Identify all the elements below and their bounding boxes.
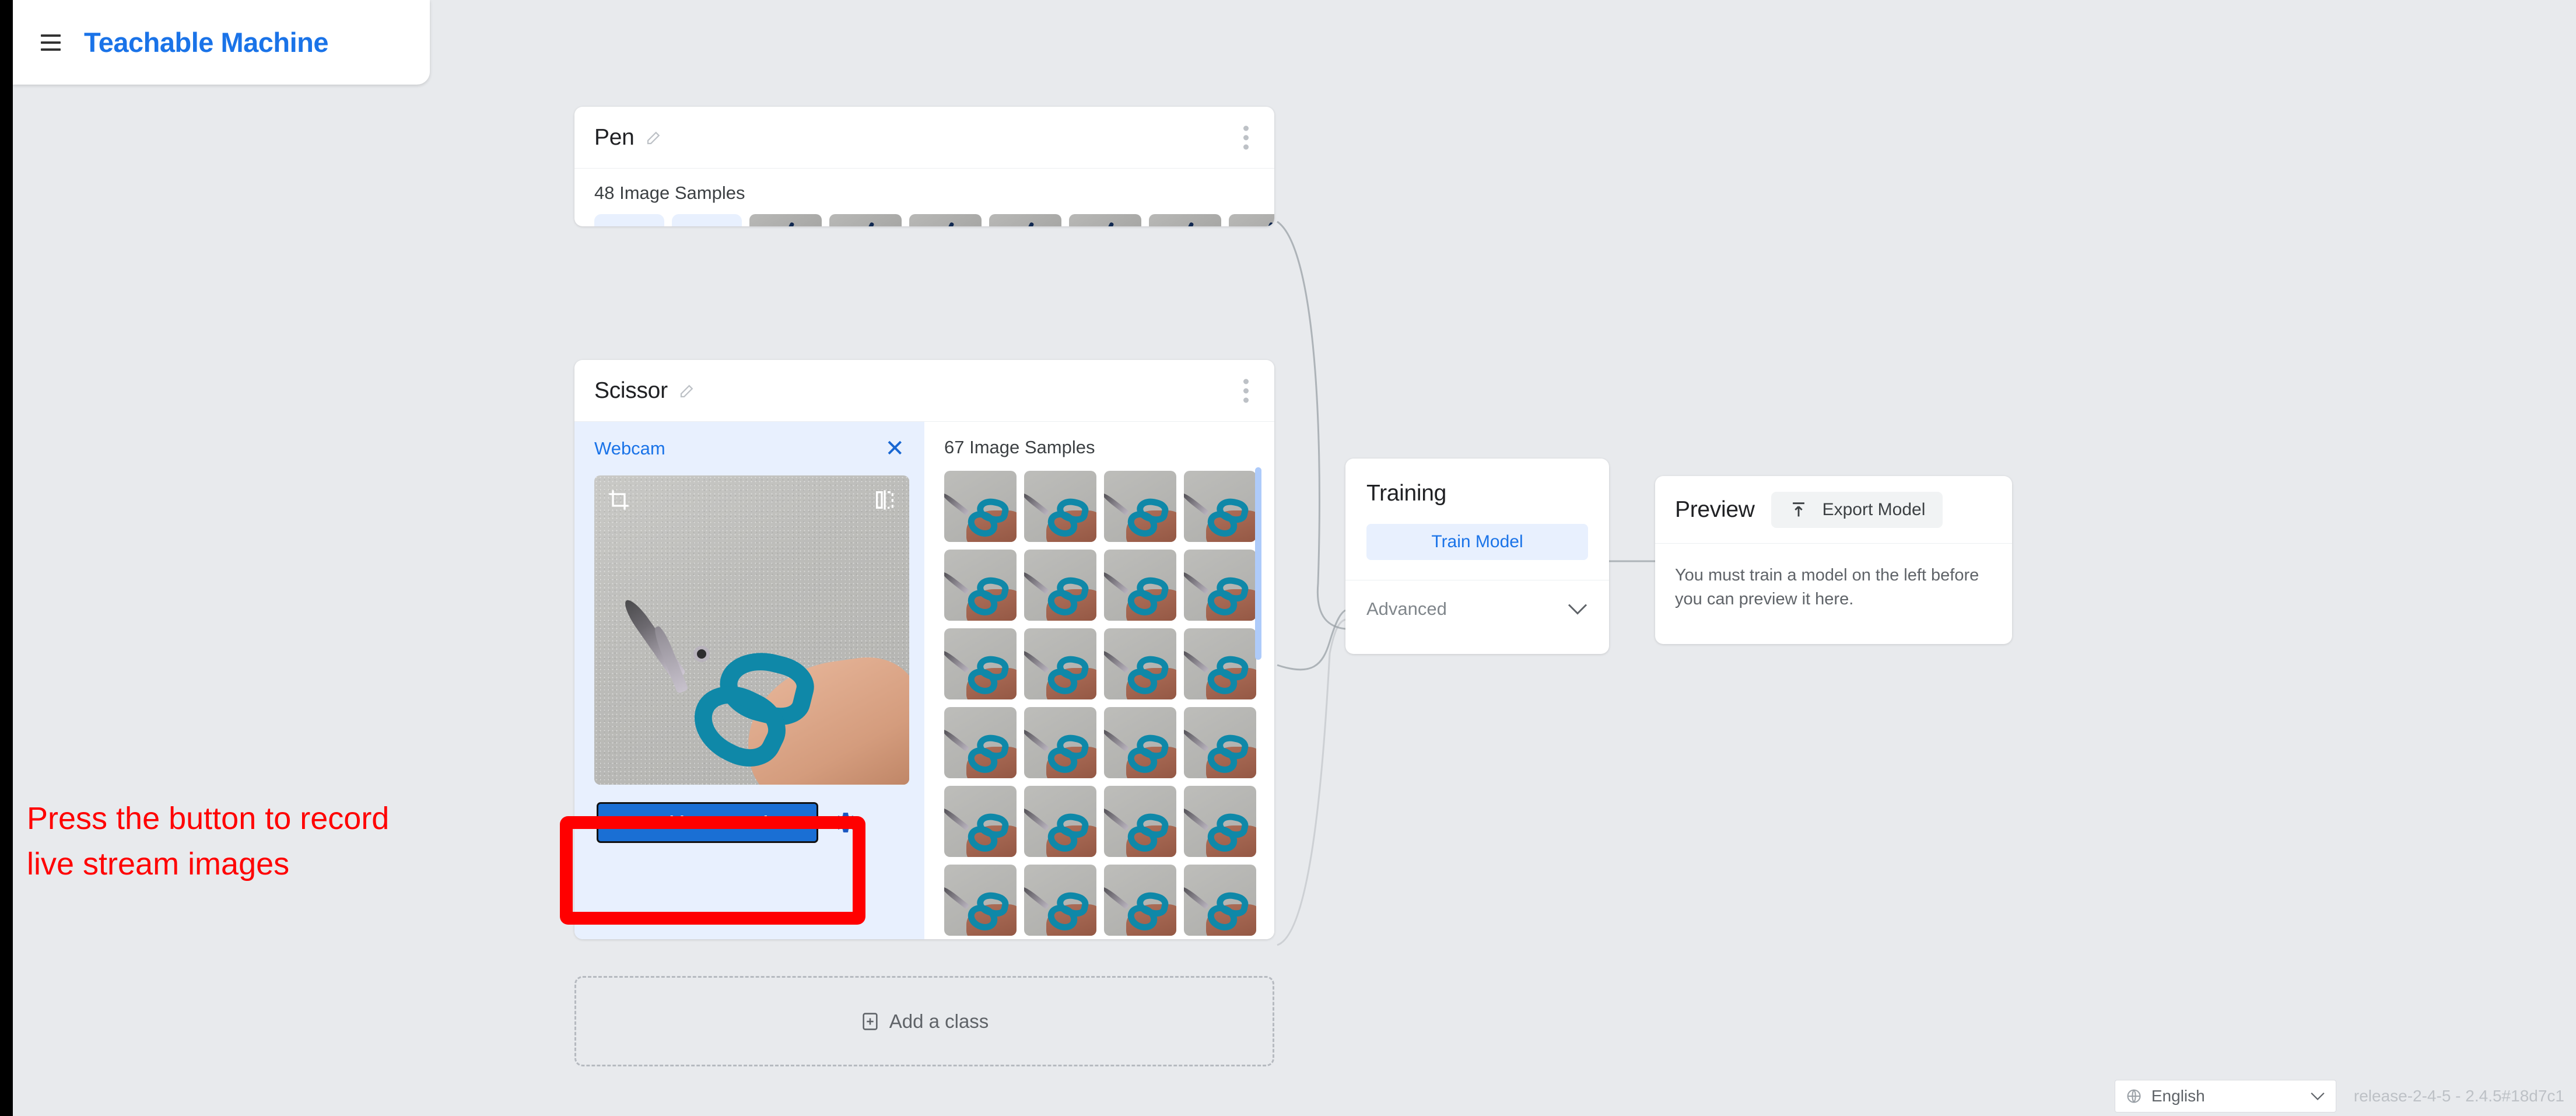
export-model-label: Export Model: [1822, 499, 1926, 519]
class-card-body: 48 Image Samples Webcam Upload: [574, 183, 1274, 226]
sample-thumbnail[interactable]: [1229, 214, 1274, 226]
sample-thumbnail[interactable]: [829, 214, 902, 226]
export-model-button[interactable]: Export Model: [1771, 491, 1943, 528]
sample-thumbnail[interactable]: [1104, 786, 1176, 857]
language-selector[interactable]: English: [2114, 1080, 2336, 1112]
flow-connectors: [1277, 221, 1655, 946]
language-label: English: [2151, 1087, 2205, 1105]
annotation-line-1: Press the button to record: [27, 801, 390, 836]
hamburger-menu-icon[interactable]: [41, 34, 61, 51]
webcam-panel: Webcam ✕ Hold to Record: [574, 422, 924, 939]
preview-panel: Preview Export Model You must train a mo…: [1655, 476, 2012, 644]
sample-thumbnail[interactable]: [1024, 471, 1096, 542]
preview-title: Preview: [1675, 496, 1755, 522]
advanced-label: Advanced: [1366, 598, 1447, 619]
sample-thumbnail[interactable]: [1024, 550, 1096, 621]
samples-panel: 67 Image Samples: [924, 422, 1274, 939]
class-card-header: Scissor: [574, 360, 1274, 422]
record-controls: Hold to Record: [594, 802, 905, 843]
sample-thumbnail[interactable]: [1069, 214, 1141, 226]
training-panel-top: Training Train Model: [1345, 459, 1609, 580]
class-name-pen[interactable]: Pen: [594, 125, 635, 151]
app-title: Teachable Machine: [84, 27, 329, 58]
class-card-header: Pen: [574, 107, 1274, 169]
sample-thumbnail[interactable]: [944, 471, 1017, 542]
sample-thumbnail[interactable]: [749, 214, 822, 226]
hold-to-record-button[interactable]: Hold to Record: [597, 802, 818, 843]
sample-thumbnail[interactable]: [1104, 707, 1176, 778]
sample-thumbnail[interactable]: [1184, 786, 1256, 857]
sample-thumbnail[interactable]: [989, 214, 1061, 226]
sample-thumbnail[interactable]: [1149, 214, 1221, 226]
kebab-menu-icon[interactable]: [1243, 379, 1249, 403]
sample-thumbnail[interactable]: [1184, 865, 1256, 936]
webcam-button-pen[interactable]: Webcam: [594, 214, 664, 226]
sample-thumbnail[interactable]: [1104, 550, 1176, 621]
sample-thumbnail[interactable]: [1024, 628, 1096, 699]
sample-thumbnail[interactable]: [1024, 707, 1096, 778]
crop-icon[interactable]: [607, 488, 630, 515]
sample-thumbnail[interactable]: [1184, 707, 1256, 778]
pencil-icon[interactable]: [678, 382, 696, 400]
sample-thumbnail[interactable]: [1184, 628, 1256, 699]
webcam-live-preview[interactable]: [594, 475, 909, 785]
add-class-label: Add a class: [889, 1010, 989, 1032]
preview-panel-header: Preview Export Model: [1655, 476, 2012, 544]
kebab-menu-icon[interactable]: [1243, 125, 1249, 149]
left-edge-strip: [0, 0, 13, 1116]
annotation-text: Press the button to record live stream i…: [27, 796, 552, 887]
sample-thumbnail[interactable]: [909, 214, 982, 226]
webcam-panel-label: Webcam: [594, 438, 665, 459]
globe-icon: [2127, 1089, 2141, 1103]
sample-count-pen: 48 Image Samples: [594, 183, 745, 203]
webcam-panel-header: Webcam ✕: [594, 437, 905, 460]
sample-thumbnail[interactable]: [1104, 865, 1176, 936]
pencil-icon[interactable]: [645, 129, 663, 146]
sample-thumbnail[interactable]: [1104, 471, 1176, 542]
training-title: Training: [1366, 481, 1447, 506]
flip-horizontal-icon[interactable]: [873, 488, 896, 515]
pen-sample-row: Webcam Upload: [594, 214, 1274, 226]
vertical-scrollbar[interactable]: [1255, 467, 1261, 660]
sample-thumbnail[interactable]: [1184, 471, 1256, 542]
version-label: release-2-4-5 - 2.4.5#18d7c1: [2353, 1087, 2564, 1105]
sample-thumbnail[interactable]: [1024, 865, 1096, 936]
app-header: Teachable Machine: [13, 0, 430, 85]
sample-thumbnail[interactable]: [944, 628, 1017, 699]
sample-thumbnail[interactable]: [944, 550, 1017, 621]
add-box-icon: [863, 1012, 878, 1030]
preview-panel-body: You must train a model on the left befor…: [1655, 544, 2012, 631]
class-card-body: Webcam ✕ Hold to Record 67 Image Samples: [574, 422, 1274, 939]
sample-thumbnail-grid: [944, 471, 1274, 936]
gear-icon[interactable]: [833, 810, 858, 835]
sample-thumbnail[interactable]: [944, 786, 1017, 857]
class-card-scissor: Scissor Webcam ✕ Hold to Record 67 Image…: [574, 360, 1274, 939]
add-class-button[interactable]: Add a class: [574, 976, 1274, 1066]
export-upload-icon: [1792, 502, 1804, 516]
sample-thumbnail[interactable]: [1024, 786, 1096, 857]
training-panel: Training Train Model Advanced: [1345, 459, 1609, 654]
annotation-line-2: live stream images: [27, 846, 290, 882]
chevron-down-icon: [1568, 603, 1587, 615]
footer: English release-2-4-5 - 2.4.5#18d7c1: [2114, 1080, 2564, 1112]
scissor-pivot: [697, 649, 706, 659]
class-card-pen: Pen 48 Image Samples Webcam: [574, 107, 1274, 226]
advanced-toggle[interactable]: Advanced: [1345, 580, 1609, 637]
sample-thumbnail[interactable]: [1184, 550, 1256, 621]
chevron-down-icon: [2311, 1092, 2325, 1100]
close-x-icon[interactable]: ✕: [885, 437, 905, 460]
app-root: Teachable Machine Pen 48 Image Samples S…: [0, 0, 2576, 1116]
preview-message: You must train a model on the left befor…: [1675, 566, 1979, 609]
sample-thumbnail[interactable]: [944, 707, 1017, 778]
train-model-button[interactable]: Train Model: [1366, 524, 1588, 560]
sample-thumbnail[interactable]: [944, 865, 1017, 936]
class-name-scissor[interactable]: Scissor: [594, 378, 668, 404]
sample-thumbnail[interactable]: [1104, 628, 1176, 699]
upload-button-pen[interactable]: Upload: [672, 214, 742, 226]
sample-count-scissor: 67 Image Samples: [944, 437, 1095, 457]
